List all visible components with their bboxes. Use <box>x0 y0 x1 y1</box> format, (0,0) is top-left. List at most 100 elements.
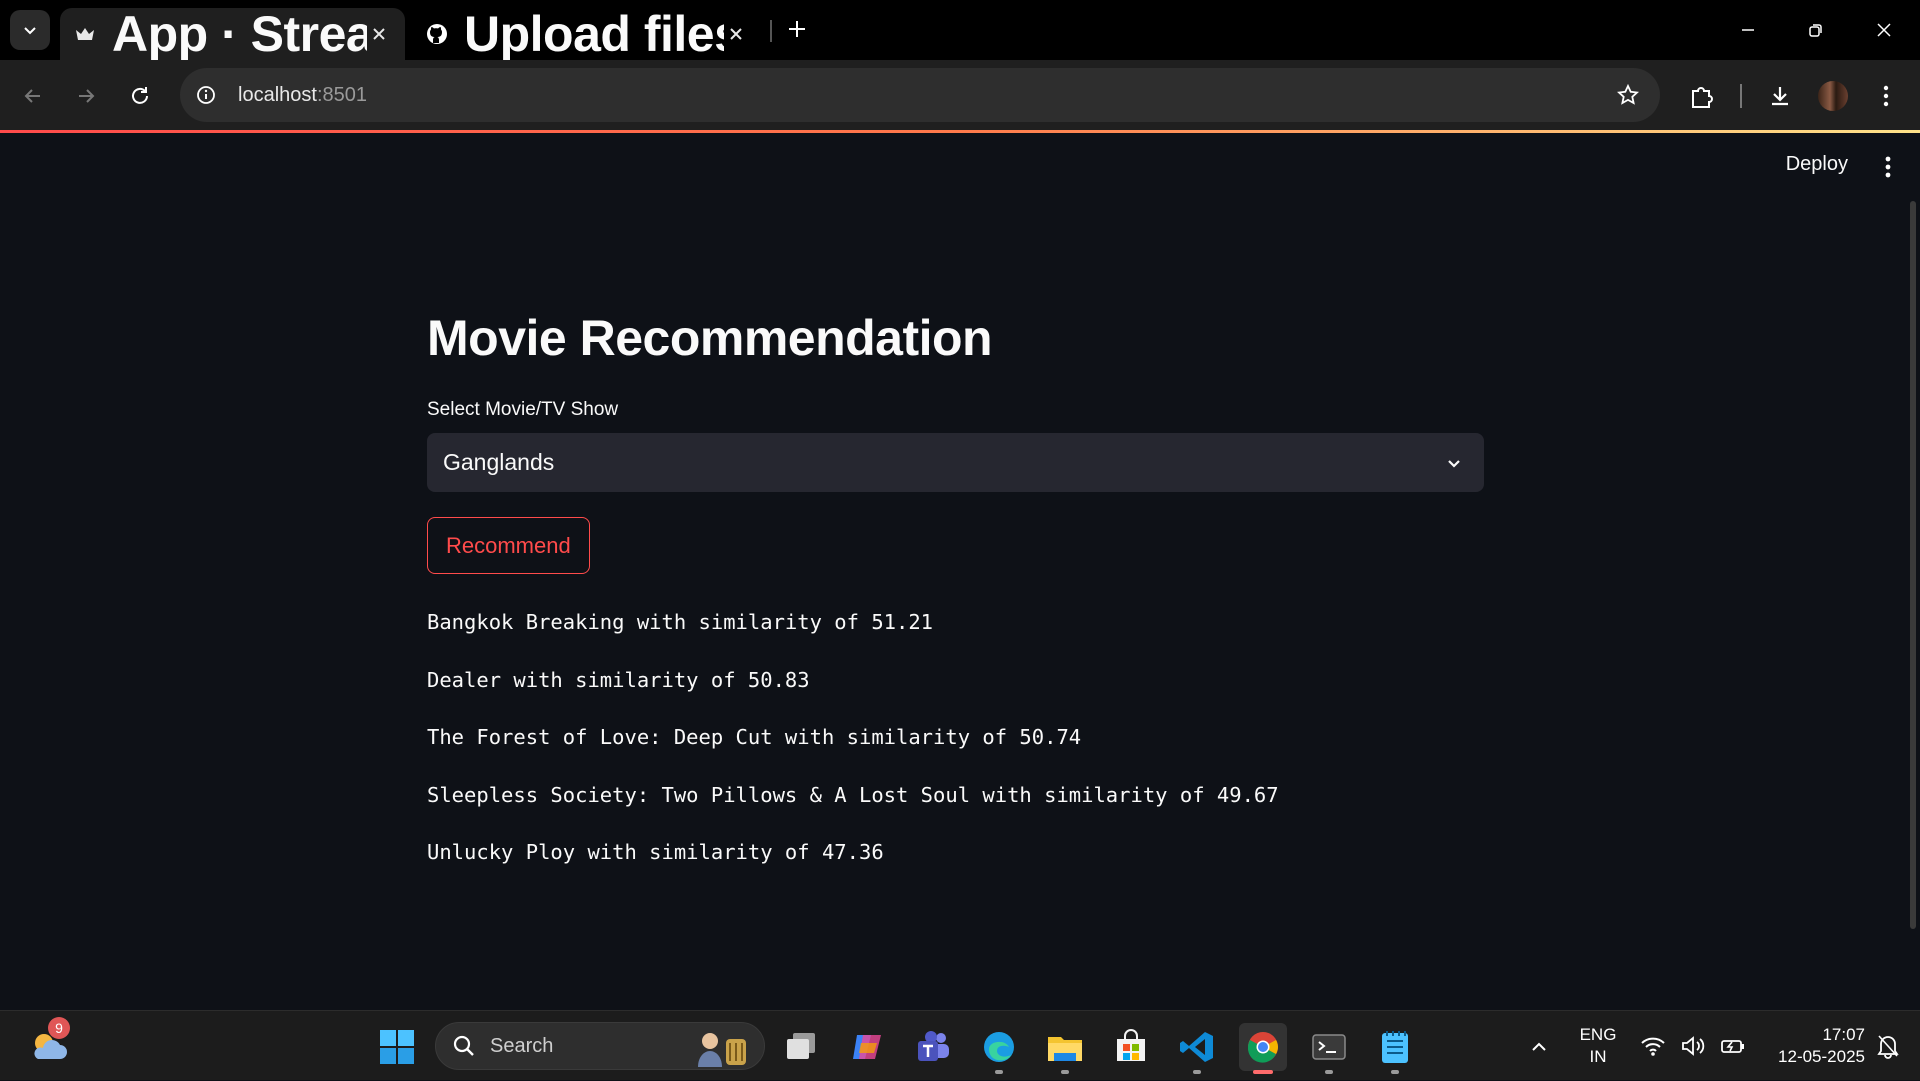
reload-button[interactable] <box>118 74 162 118</box>
selected-movie: Ganglands <box>443 449 555 475</box>
close-icon <box>1877 23 1891 37</box>
search-placeholder: Search <box>490 1034 554 1057</box>
tab-github-upload[interactable]: Upload files · Sinchana1311/Mo <box>412 6 762 62</box>
browser-tab-strip: App · Streamlit Upload files · Sinchana1… <box>0 0 1920 62</box>
task-view-icon <box>787 1033 815 1059</box>
recommendation-item: The Forest of Love: Deep Cut with simila… <box>427 725 1082 749</box>
clock-date: 12-05-2025 <box>1778 1047 1865 1066</box>
weather-notification-badge: 9 <box>48 1017 70 1039</box>
recommendation-item: Bangkok Breaking with similarity of 51.2… <box>427 610 934 634</box>
notification-center-button[interactable] <box>1868 1011 1908 1081</box>
close-tab-icon[interactable] <box>724 22 748 46</box>
copilot-icon <box>853 1035 881 1059</box>
downloads-button[interactable] <box>1758 74 1802 118</box>
language-indicator[interactable]: ENG IN <box>1570 1011 1626 1081</box>
search-icon <box>453 1035 474 1056</box>
app-menu-button[interactable] <box>1876 153 1900 181</box>
browser-toolbar: localhost:8501 <box>0 60 1920 132</box>
store-icon <box>1117 1029 1145 1061</box>
new-tab-button[interactable] <box>780 12 814 46</box>
notification-bell-icon <box>1877 1035 1899 1059</box>
taskbar-search[interactable]: Search <box>435 1022 765 1070</box>
wifi-icon <box>1641 1037 1665 1056</box>
taskbar-notepad[interactable] <box>1371 1023 1419 1074</box>
main-content: Movie Recommendation Select Movie/TV Sho… <box>427 303 1484 882</box>
chrome-icon <box>1247 1032 1278 1063</box>
taskbar-edge[interactable] <box>975 1023 1023 1074</box>
reload-icon <box>132 87 148 104</box>
minimize-icon <box>1742 29 1754 31</box>
more-vertical-icon <box>1883 85 1889 107</box>
running-indicator <box>995 1070 1003 1074</box>
taskbar-terminal[interactable] <box>1305 1023 1353 1074</box>
more-vertical-icon <box>1885 156 1891 178</box>
forward-button[interactable] <box>64 74 108 118</box>
arrow-left-icon <box>24 89 40 103</box>
taskbar-task-view[interactable] <box>777 1023 825 1071</box>
tab-title: App · Streamlit <box>112 6 367 62</box>
start-button[interactable] <box>373 1023 421 1071</box>
tab-streamlit-app[interactable]: App · Streamlit <box>60 6 405 62</box>
url-port: :8501 <box>316 83 367 106</box>
chevron-down-icon <box>24 27 36 35</box>
bookmark-star-icon[interactable] <box>1612 79 1644 111</box>
movie-select[interactable]: Ganglands <box>427 433 1484 492</box>
deploy-button[interactable]: Deploy <box>1786 153 1848 176</box>
site-info-icon[interactable] <box>190 79 222 111</box>
recommendation-item: Sleepless Society: Two Pillows & A Lost … <box>427 782 1279 807</box>
running-indicator <box>1253 1070 1273 1074</box>
close-tab-icon[interactable] <box>367 22 391 46</box>
url-host: localhost <box>238 83 317 106</box>
running-indicator <box>1061 1070 1069 1074</box>
profile-avatar[interactable] <box>1818 81 1848 111</box>
close-window-button[interactable] <box>1862 10 1906 50</box>
browser-menu-button[interactable] <box>1864 74 1908 118</box>
chevron-up-icon <box>1532 1042 1546 1051</box>
taskbar-microsoft-store[interactable] <box>1107 1023 1155 1071</box>
back-button[interactable] <box>11 74 55 118</box>
page-title: Movie Recommendation <box>427 310 993 366</box>
folder-icon <box>1048 1037 1082 1061</box>
vscode-icon <box>1180 1032 1213 1062</box>
chevron-down-icon <box>1440 449 1468 477</box>
page-scrollbar[interactable] <box>1910 201 1916 929</box>
arrow-right-icon <box>79 89 95 103</box>
tab-search-button[interactable] <box>10 10 50 50</box>
taskbar-copilot[interactable] <box>843 1023 891 1071</box>
github-icon <box>426 23 448 45</box>
language-code: ENG <box>1579 1025 1617 1044</box>
extensions-button[interactable] <box>1680 74 1724 118</box>
region-code: IN <box>1589 1047 1607 1066</box>
system-tray-status[interactable] <box>1638 1011 1748 1081</box>
recommendation-item: Dealer with similarity of 50.83 <box>427 667 810 692</box>
battery-charging-icon <box>1721 1040 1744 1053</box>
running-indicator <box>1325 1070 1333 1074</box>
taskbar-vscode[interactable] <box>1173 1023 1221 1074</box>
clock[interactable]: 17:07 12-05-2025 <box>1755 1011 1865 1081</box>
running-indicator <box>1193 1070 1201 1074</box>
taskbar-file-explorer[interactable] <box>1041 1023 1089 1074</box>
puzzle-icon <box>1692 87 1713 108</box>
download-icon <box>1772 87 1788 106</box>
select-label: Select Movie/TV Show <box>427 399 619 420</box>
plus-icon <box>789 21 805 37</box>
minimize-button[interactable] <box>1726 10 1770 50</box>
tab-title: Upload files · Sinchana1311/Mo <box>464 6 724 62</box>
recommend-button[interactable]: Recommend <box>427 517 590 574</box>
clock-time: 17:07 <box>1822 1025 1865 1044</box>
windows-logo-icon <box>380 1030 414 1064</box>
volume-icon <box>1682 1036 1705 1056</box>
taskbar-chrome[interactable] <box>1239 1023 1287 1074</box>
show-hidden-icons-button[interactable] <box>1515 1023 1563 1071</box>
restore-button[interactable] <box>1794 10 1838 50</box>
edge-icon <box>984 1032 1014 1062</box>
search-highlight-illustration-icon <box>698 1033 746 1067</box>
running-indicator <box>1391 1070 1399 1074</box>
taskbar-teams[interactable] <box>909 1023 957 1071</box>
teams-icon <box>918 1031 949 1061</box>
windows-taskbar: 9 Search ENG IN 17:07 12-05-2025 <box>0 1010 1920 1080</box>
address-bar[interactable]: localhost:8501 <box>180 68 1660 122</box>
streamlit-app: Deploy Movie Recommendation Select Movie… <box>0 133 1920 1010</box>
recommendation-item: Unlucky Ploy with similarity of 47.36 <box>427 840 884 864</box>
toolbar-separator <box>1740 84 1742 108</box>
